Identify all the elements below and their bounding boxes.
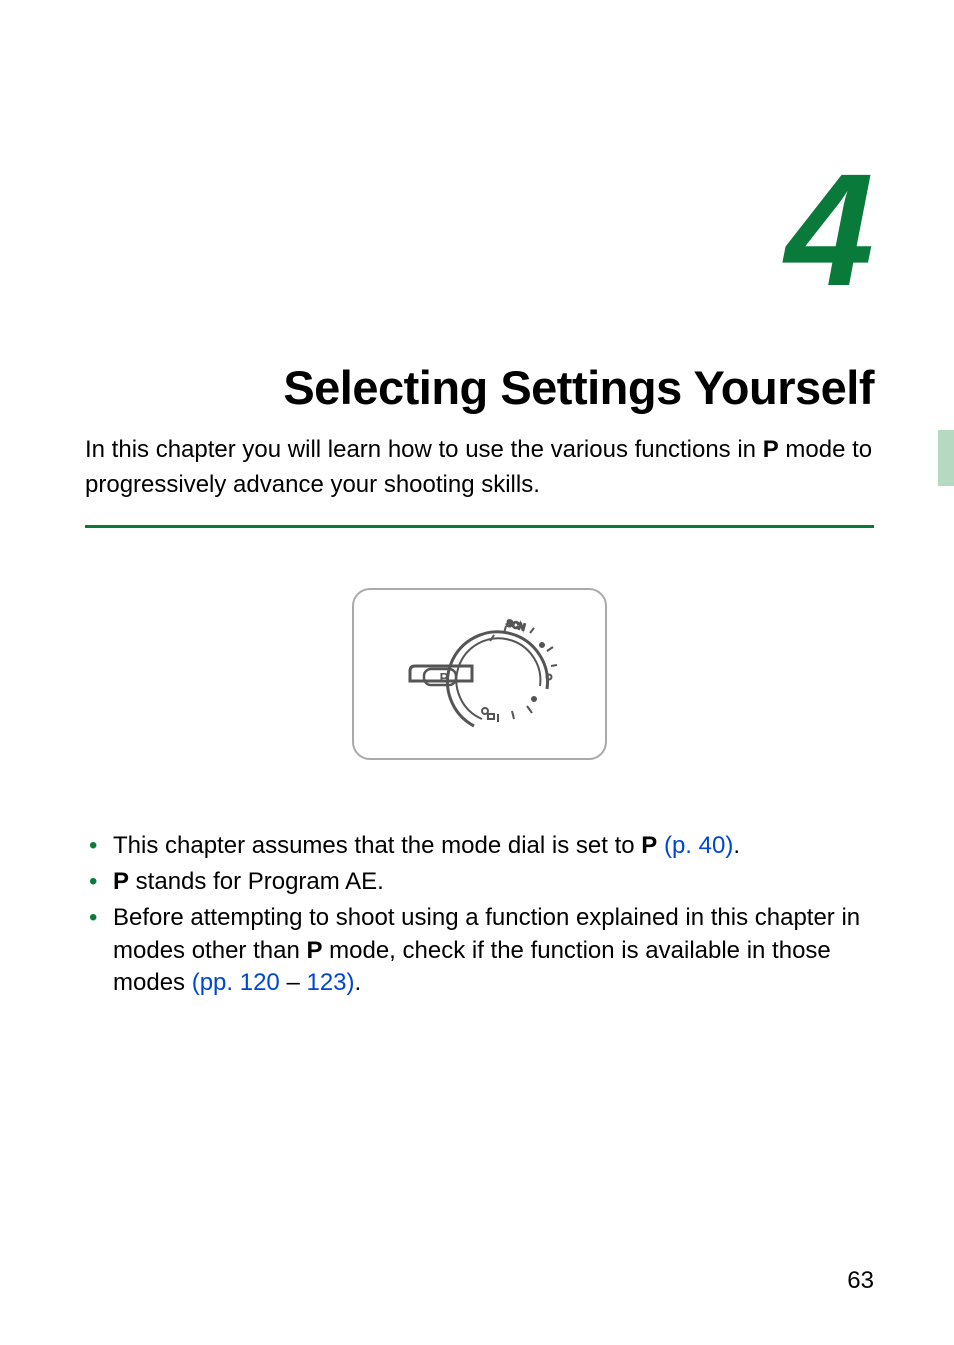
page-number: 63 bbox=[847, 1267, 874, 1295]
bullet-text: . bbox=[733, 832, 740, 859]
bullet-text: . bbox=[355, 969, 362, 996]
chapter-number: 4 bbox=[85, 150, 874, 310]
p-mode-icon: P bbox=[763, 436, 779, 463]
page-link[interactable]: (pp. 120 bbox=[192, 969, 280, 996]
page-link[interactable]: (p. 40) bbox=[657, 832, 733, 859]
list-item: P stands for Program AE. bbox=[85, 866, 874, 898]
bullet-text: – bbox=[280, 969, 307, 996]
p-mode-icon: P bbox=[306, 937, 322, 964]
green-divider bbox=[85, 525, 874, 528]
mode-dial-icon: P SCN bbox=[402, 611, 557, 736]
bullet-list: This chapter assumes that the mode dial … bbox=[85, 830, 874, 1000]
intro-text-pre: In this chapter you will learn how to us… bbox=[85, 436, 763, 463]
page-container: 4 Selecting Settings Yourself In this ch… bbox=[0, 0, 954, 1345]
p-mode-icon: P bbox=[641, 832, 657, 859]
list-item: Before attempting to shoot using a funct… bbox=[85, 902, 874, 999]
mode-dial-figure: P SCN bbox=[352, 588, 607, 760]
bullet-text: This chapter assumes that the mode dial … bbox=[113, 832, 641, 859]
p-mode-icon: P bbox=[113, 868, 129, 895]
list-item: This chapter assumes that the mode dial … bbox=[85, 830, 874, 862]
chapter-title: Selecting Settings Yourself bbox=[85, 360, 874, 415]
bullet-text: stands for Program AE. bbox=[129, 868, 384, 895]
chapter-intro: In this chapter you will learn how to us… bbox=[85, 433, 874, 503]
svg-text:SCN: SCN bbox=[505, 618, 526, 633]
page-link[interactable]: 123) bbox=[306, 969, 354, 996]
